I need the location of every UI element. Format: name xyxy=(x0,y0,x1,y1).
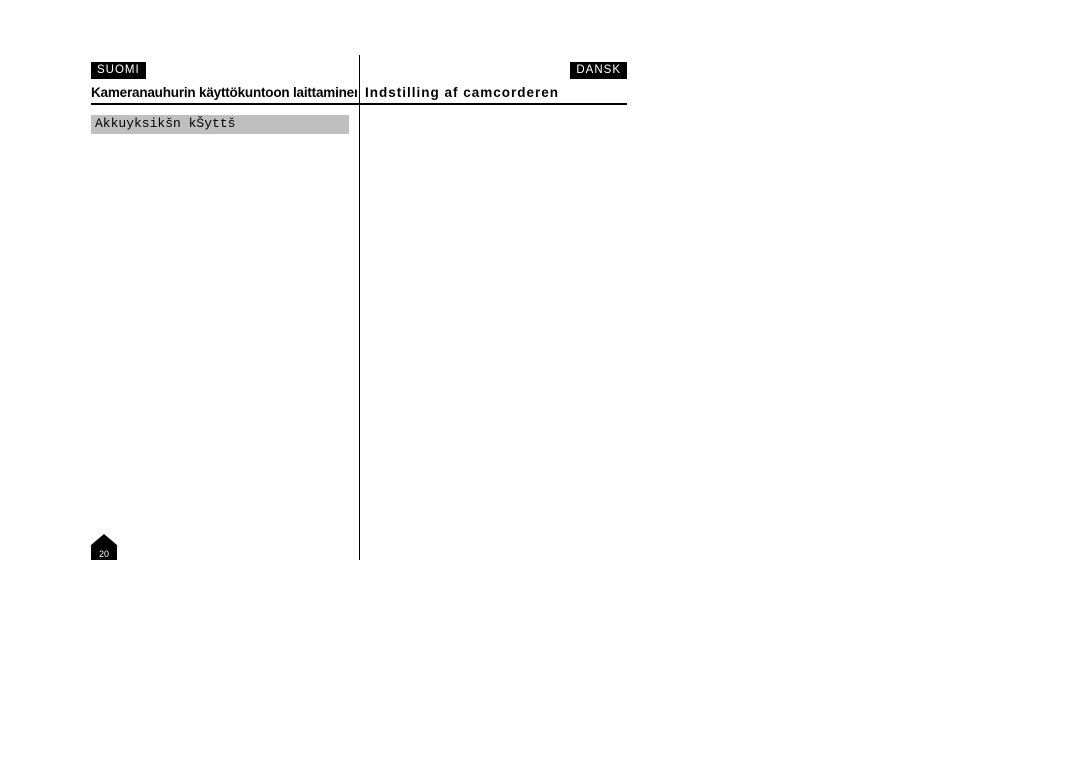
document-page: SUOMI DANSK Kameranauhurin käyttökuntoon… xyxy=(0,0,1080,763)
heading-right: Indstilling af camcorderen xyxy=(357,83,627,103)
subheading-left: Akkuyksikšn kŠyttš xyxy=(91,115,349,134)
heading-left: Kameranauhurin käyttökuntoon laittaminen xyxy=(91,83,357,103)
heading-row: Kameranauhurin käyttökuntoon laittaminen… xyxy=(91,83,627,105)
page-number: 20 xyxy=(91,534,117,560)
content-area: SUOMI DANSK Kameranauhurin käyttökuntoon… xyxy=(91,55,627,560)
language-label-right: DANSK xyxy=(570,62,627,79)
page-number-marker: 20 xyxy=(91,534,117,560)
language-label-left: SUOMI xyxy=(91,62,146,79)
column-divider xyxy=(359,55,360,560)
